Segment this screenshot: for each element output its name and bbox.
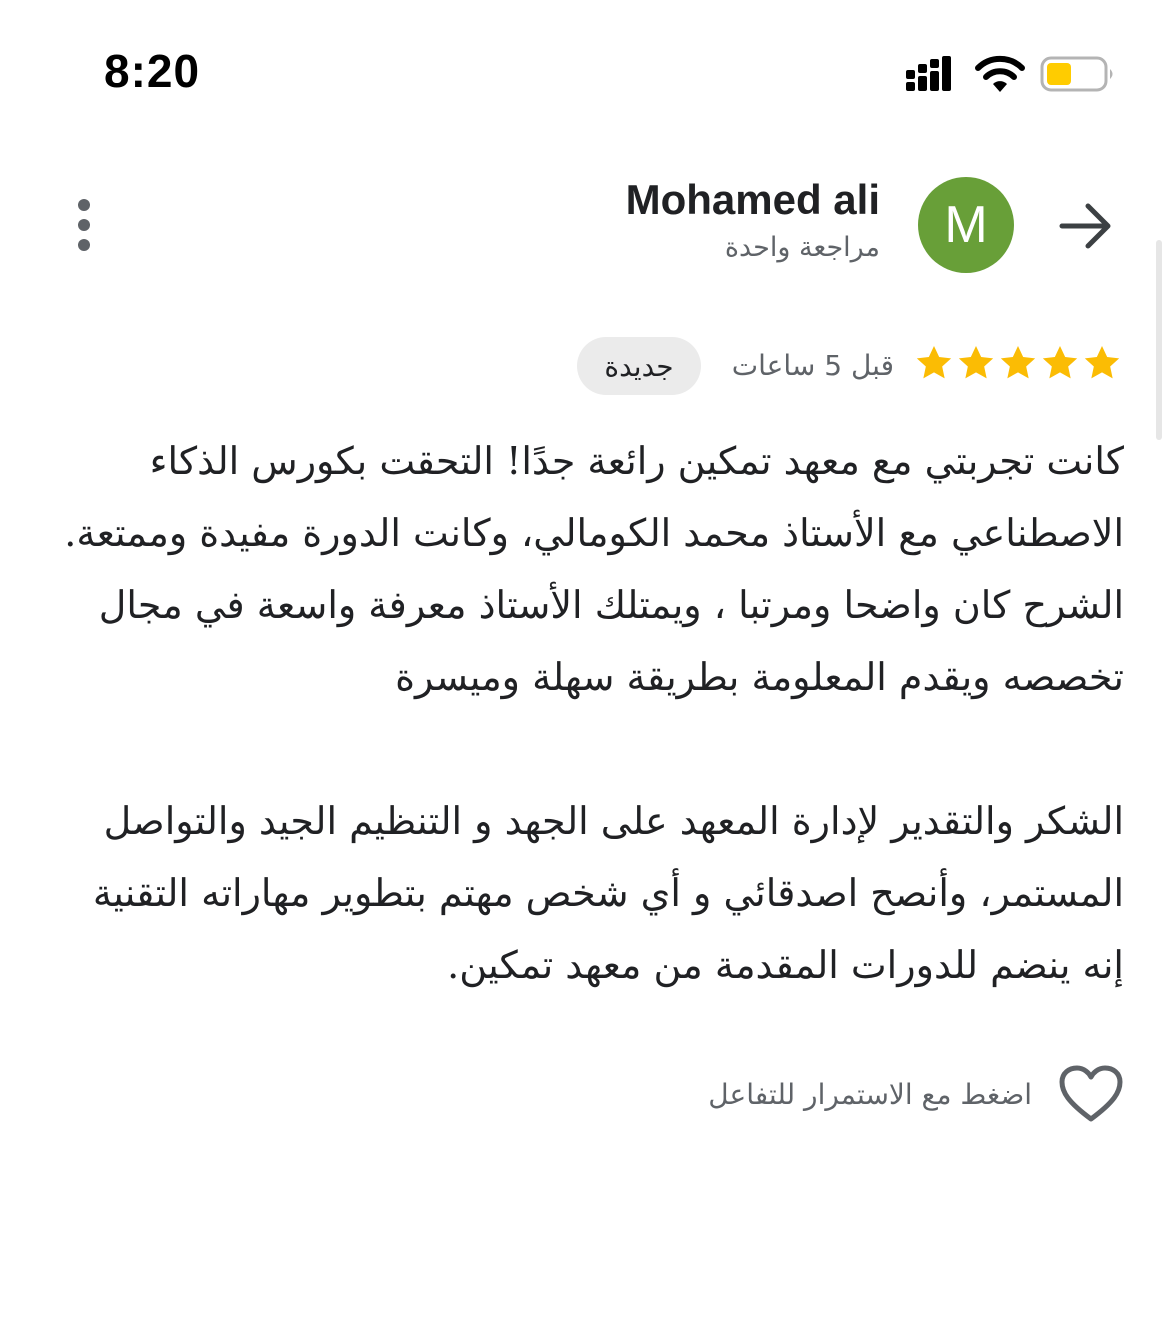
status-time: 8:20 bbox=[104, 45, 201, 97]
battery-icon bbox=[1040, 56, 1113, 92]
review-text: كانت تجربتي مع معهد تمكين رائعة جدًا! ال… bbox=[50, 425, 1124, 1001]
star-icon bbox=[1042, 346, 1078, 379]
cellular-signal-icon bbox=[906, 56, 951, 91]
review-screen: 8:20 Mohamed ali مراجعة واحدة M قبل 5 سا… bbox=[0, 0, 1170, 1339]
star-icon bbox=[958, 346, 994, 379]
scrollbar[interactable] bbox=[1156, 240, 1162, 440]
new-badge: جديدة bbox=[577, 337, 701, 395]
avatar[interactable]: M bbox=[918, 177, 1014, 273]
like-hint: اضغط مع الاستمرار للتفاعل bbox=[708, 1078, 1032, 1111]
wifi-icon bbox=[975, 55, 1025, 92]
star-icon bbox=[916, 346, 952, 379]
review-paragraph: كانت تجربتي مع معهد تمكين رائعة جدًا! ال… bbox=[64, 439, 1124, 699]
author-review-count: مراجعة واحدة bbox=[724, 232, 880, 263]
more-options-button[interactable] bbox=[62, 196, 106, 256]
author-name[interactable]: Mohamed ali bbox=[626, 176, 880, 224]
review-paragraph: الشكر والتقدير لإدارة المعهد على الجهد و… bbox=[92, 799, 1124, 987]
star-icon bbox=[1000, 346, 1036, 379]
arrow-icon[interactable] bbox=[1058, 200, 1114, 252]
star-icon bbox=[1084, 346, 1120, 379]
avatar-letter: M bbox=[944, 196, 988, 254]
review-time: قبل 5 ساعات bbox=[731, 349, 894, 382]
star-rating bbox=[914, 343, 1122, 383]
heart-icon[interactable] bbox=[1058, 1064, 1124, 1124]
